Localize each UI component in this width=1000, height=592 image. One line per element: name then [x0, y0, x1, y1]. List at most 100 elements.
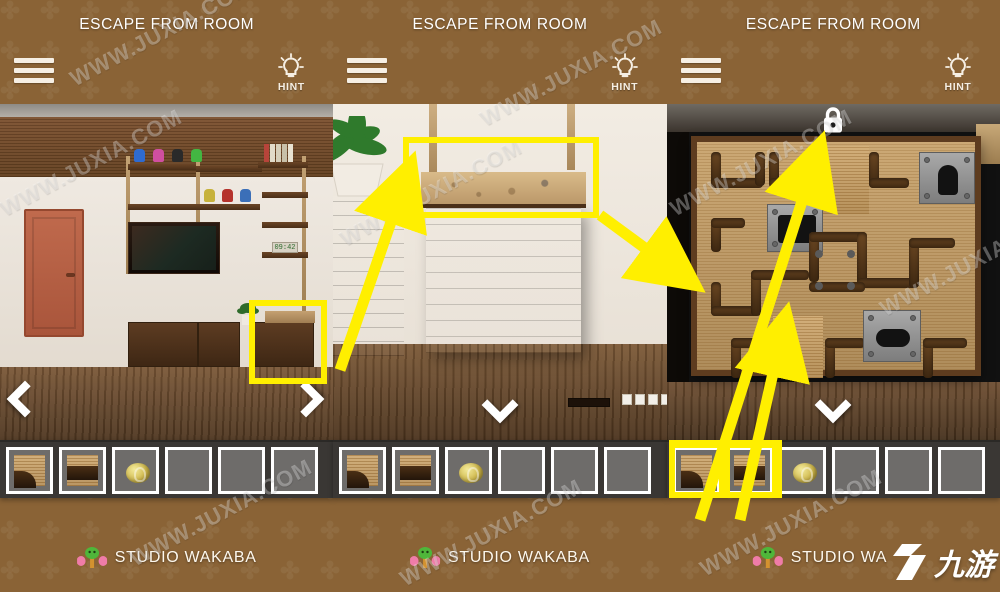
digital-clock[interactable]: 09:42 — [272, 242, 298, 253]
inventory-slot[interactable] — [59, 447, 106, 494]
television[interactable] — [128, 222, 220, 274]
socket-hole — [937, 165, 958, 195]
panel-room-overview: ESCAPE FROM ROOM HINT 09:42 STUDIO WAKAB… — [0, 0, 334, 592]
hint-button-1[interactable]: HINT — [267, 52, 315, 93]
pipe-segment — [754, 152, 765, 186]
nav-right-button[interactable] — [287, 380, 325, 418]
book — [276, 144, 281, 162]
pipe-segment — [868, 178, 909, 188]
cabinet-main[interactable] — [426, 208, 667, 407]
inventory-slot[interactable] — [884, 447, 932, 494]
toy-figure[interactable] — [222, 189, 233, 202]
toy-figure[interactable] — [172, 149, 183, 162]
lightbulb-icon — [278, 53, 305, 78]
scene-room-overview[interactable]: 09:42 — [0, 104, 334, 440]
pipe-segment — [768, 178, 819, 188]
scene-pipe-puzzle[interactable] — [666, 104, 1000, 440]
toy-figure[interactable] — [134, 149, 145, 162]
lock-icon — [824, 107, 843, 133]
shelf-top-left — [128, 164, 196, 170]
inventory-slot[interactable] — [604, 447, 652, 494]
inventory-slot[interactable] — [445, 447, 493, 494]
book — [288, 144, 293, 162]
toy-figure[interactable] — [204, 189, 215, 202]
door[interactable] — [24, 209, 84, 337]
cork-board[interactable] — [421, 172, 587, 208]
inventory-bar-2[interactable] — [333, 440, 667, 498]
inventory-slot[interactable] — [218, 447, 265, 494]
panel-button[interactable] — [622, 394, 633, 405]
nav-down-button[interactable] — [481, 386, 519, 424]
chevron-left-icon — [6, 380, 44, 418]
studio-name-3: STUDIO WA — [790, 549, 888, 566]
dark-gap — [666, 132, 689, 385]
inventory-slot[interactable] — [831, 447, 879, 494]
panel-button[interactable] — [648, 394, 659, 405]
cabinet-left[interactable] — [333, 196, 405, 356]
hamburger-icon[interactable] — [14, 58, 54, 88]
pipe-corner-item — [347, 455, 379, 488]
inventory-slot-highlighted[interactable] — [721, 443, 777, 498]
hint-label-2: HINT — [611, 81, 639, 93]
studio-name-1: STUDIO WAKABA — [114, 549, 257, 566]
footer-1: STUDIO WAKABA — [0, 498, 333, 592]
panel-cabinet-closeup: ESCAPE FROM ROOM HINT STUDIO WAKABA — [333, 0, 667, 592]
pipe-straight-item — [733, 455, 765, 486]
lightbulb-icon — [945, 53, 971, 78]
top-bar-1: ESCAPE FROM ROOM HINT — [0, 0, 333, 104]
shelf-mid — [128, 204, 260, 210]
cabinet-left[interactable] — [128, 322, 198, 367]
toy-figure[interactable] — [191, 149, 202, 162]
socket-hole — [875, 329, 910, 347]
hint-button-2[interactable]: HINT — [601, 52, 649, 93]
scene-cabinet-closeup[interactable] — [333, 104, 667, 440]
wakaba-sprout-icon — [76, 547, 107, 568]
hamburger-icon[interactable] — [680, 58, 721, 88]
inventory-slot[interactable] — [271, 447, 318, 494]
nav-left-button[interactable] — [6, 380, 44, 418]
cabinet-right[interactable] — [250, 311, 315, 367]
button-panel[interactable] — [622, 394, 667, 405]
inventory-slot[interactable] — [339, 447, 387, 494]
jiuyou-logo: 九游 — [890, 540, 994, 584]
panel-button[interactable] — [635, 394, 646, 405]
pipe-puzzle-board[interactable] — [690, 136, 981, 378]
tv-screen — [132, 226, 216, 270]
shelf-post-right — [567, 104, 576, 170]
inventory-slot[interactable] — [551, 447, 599, 494]
inventory-bar-1[interactable] — [0, 440, 334, 499]
pipe-straight-item — [400, 455, 432, 486]
shelf-top-right — [258, 162, 308, 168]
hint-button-3[interactable]: HINT — [934, 52, 982, 93]
inventory-slot[interactable] — [6, 447, 53, 494]
inventory-slot-highlighted[interactable] — [668, 443, 724, 498]
coin-item — [459, 463, 484, 483]
cabinet-mid[interactable] — [198, 322, 240, 367]
inventory-bar-3[interactable] — [666, 440, 1000, 498]
hint-label-3: HINT — [944, 81, 972, 93]
pipe-corner-item — [14, 455, 45, 488]
inventory-slot[interactable] — [937, 447, 985, 494]
studio-name-2: STUDIO WAKABA — [448, 549, 590, 566]
chevron-down-icon — [481, 386, 519, 424]
shelf-right-2 — [262, 222, 308, 228]
book — [270, 144, 275, 162]
footer-2: STUDIO WAKABA — [333, 498, 666, 592]
inventory-slot[interactable] — [392, 447, 440, 494]
metal-plate-top-right — [918, 152, 975, 204]
toy-figure[interactable] — [240, 189, 251, 202]
inventory-slot[interactable] — [778, 447, 826, 494]
inventory-slot[interactable] — [112, 447, 159, 494]
wakaba-sprout-icon — [752, 547, 783, 568]
toy-figure[interactable] — [153, 149, 164, 162]
inventory-slot[interactable] — [498, 447, 546, 494]
pipe-segment — [824, 338, 865, 348]
hamburger-icon[interactable] — [347, 58, 388, 88]
nav-down-button[interactable] — [814, 386, 852, 424]
floor — [0, 367, 334, 440]
inventory-slot[interactable] — [165, 447, 212, 494]
page-title-1: ESCAPE FROM ROOM — [79, 16, 255, 33]
card-slot[interactable] — [568, 398, 611, 407]
clock-value: 09:42 — [274, 244, 296, 252]
inventory-row-1 — [0, 442, 333, 499]
